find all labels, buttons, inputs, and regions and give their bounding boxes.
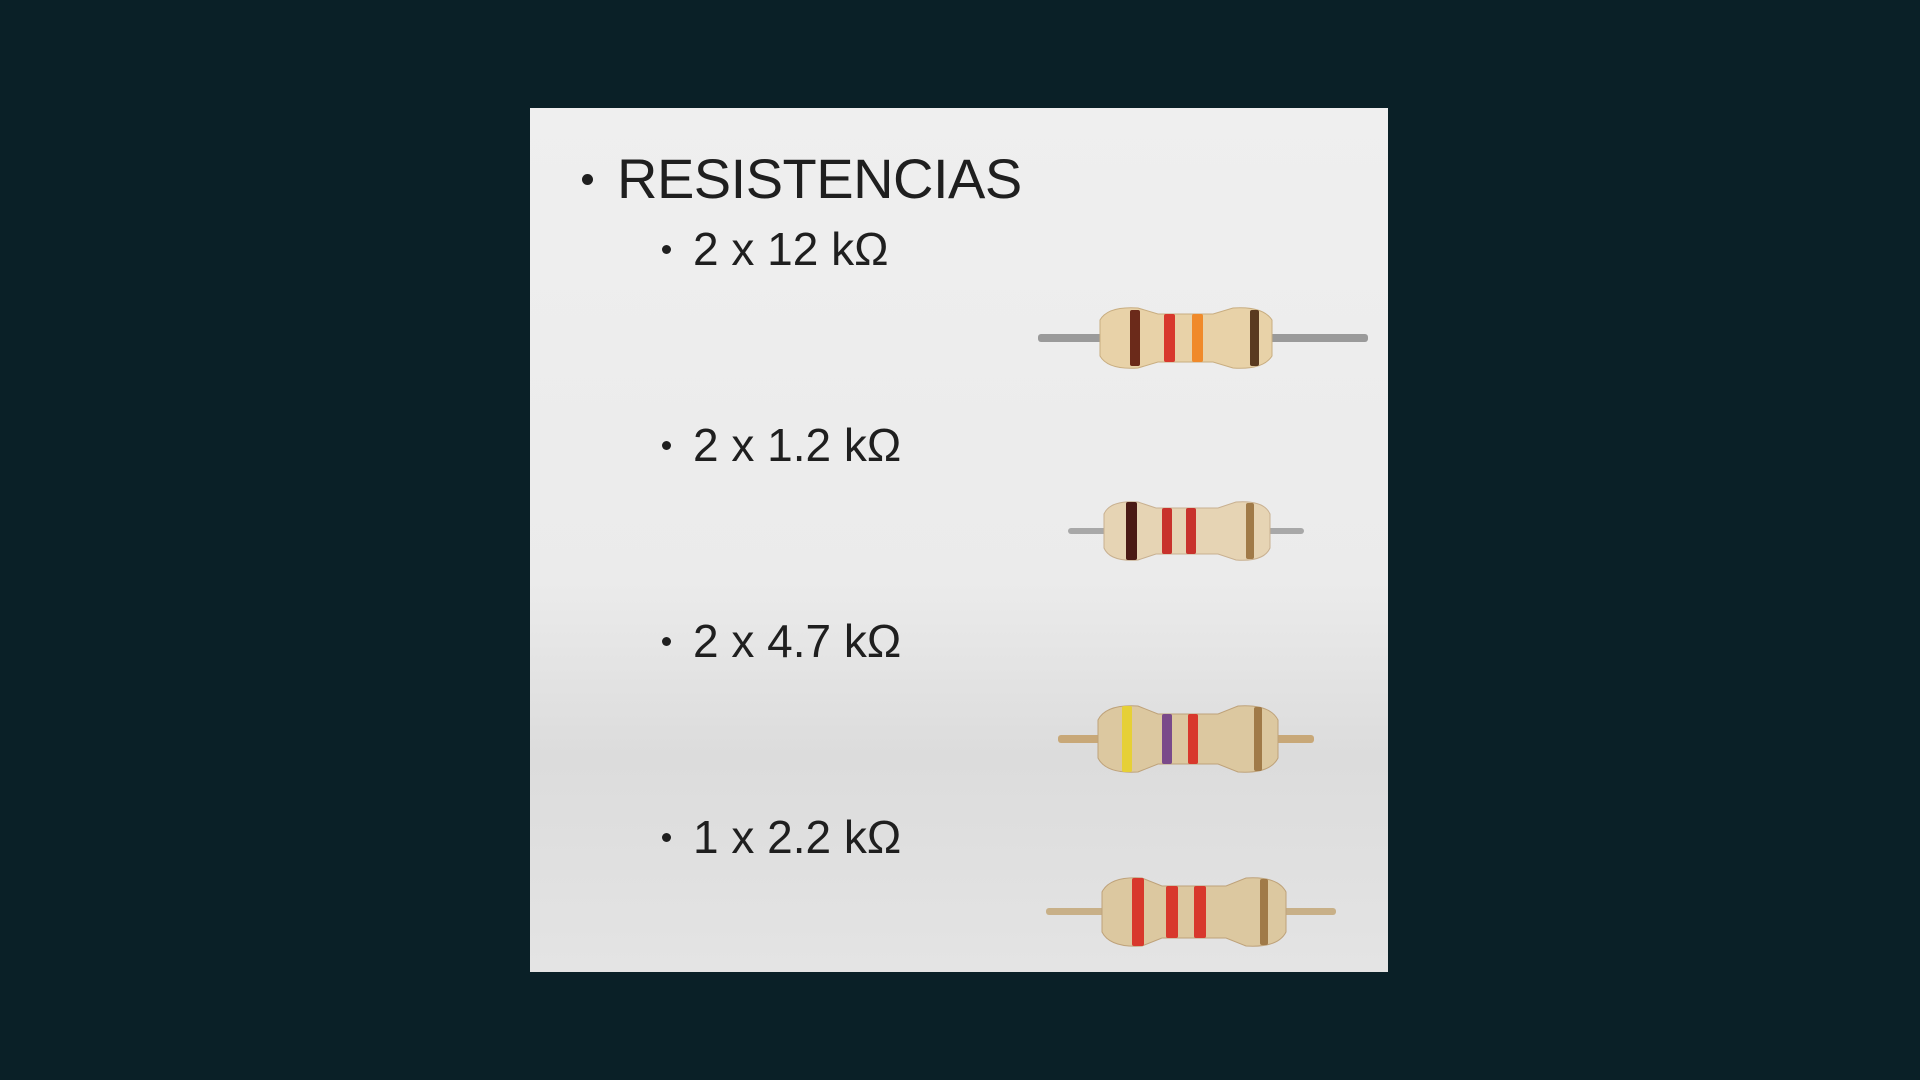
list-item: 1 x 2.2 kΩ xyxy=(662,810,901,864)
color-band xyxy=(1162,508,1172,554)
bullet-dot xyxy=(662,441,671,451)
bullet-dot xyxy=(662,245,671,255)
list-item: 2 x 1.2 kΩ xyxy=(662,418,901,472)
list-item: 2 x 12 kΩ xyxy=(662,222,888,276)
color-band xyxy=(1126,502,1137,560)
resistor-label: 2 x 4.7 kΩ xyxy=(693,615,902,667)
color-band xyxy=(1192,314,1203,362)
resistor-image-12k xyxy=(1038,307,1368,369)
list-item: 2 x 4.7 kΩ xyxy=(662,614,901,668)
color-band xyxy=(1260,879,1268,945)
color-band xyxy=(1164,314,1175,362)
resistor-label: 2 x 1.2 kΩ xyxy=(693,419,902,471)
color-band xyxy=(1162,714,1172,764)
resistor-label: 2 x 12 kΩ xyxy=(693,223,889,275)
bullet-dot xyxy=(662,637,671,647)
resistor-label: 1 x 2.2 kΩ xyxy=(693,811,902,863)
color-band xyxy=(1250,310,1259,366)
color-band xyxy=(1166,886,1178,938)
slide-panel: RESISTENCIAS 2 x 12 kΩ 2 x 1.2 kΩ 2 x 4.… xyxy=(530,108,1388,972)
color-band xyxy=(1122,706,1132,772)
color-band xyxy=(1130,310,1140,366)
color-band xyxy=(1254,707,1262,771)
color-band xyxy=(1246,503,1254,559)
resistor-image-4-7k xyxy=(1058,705,1314,773)
color-band xyxy=(1186,508,1196,554)
bullet-dot xyxy=(582,173,593,185)
resistor-image-1-2k xyxy=(1068,501,1304,561)
heading-bullet: RESISTENCIAS xyxy=(582,146,1022,211)
resistor-image-2-2k xyxy=(1046,877,1336,947)
color-band xyxy=(1188,714,1198,764)
heading-text: RESISTENCIAS xyxy=(617,147,1022,210)
color-band xyxy=(1132,878,1144,946)
bullet-dot xyxy=(662,833,671,843)
color-band xyxy=(1194,886,1206,938)
